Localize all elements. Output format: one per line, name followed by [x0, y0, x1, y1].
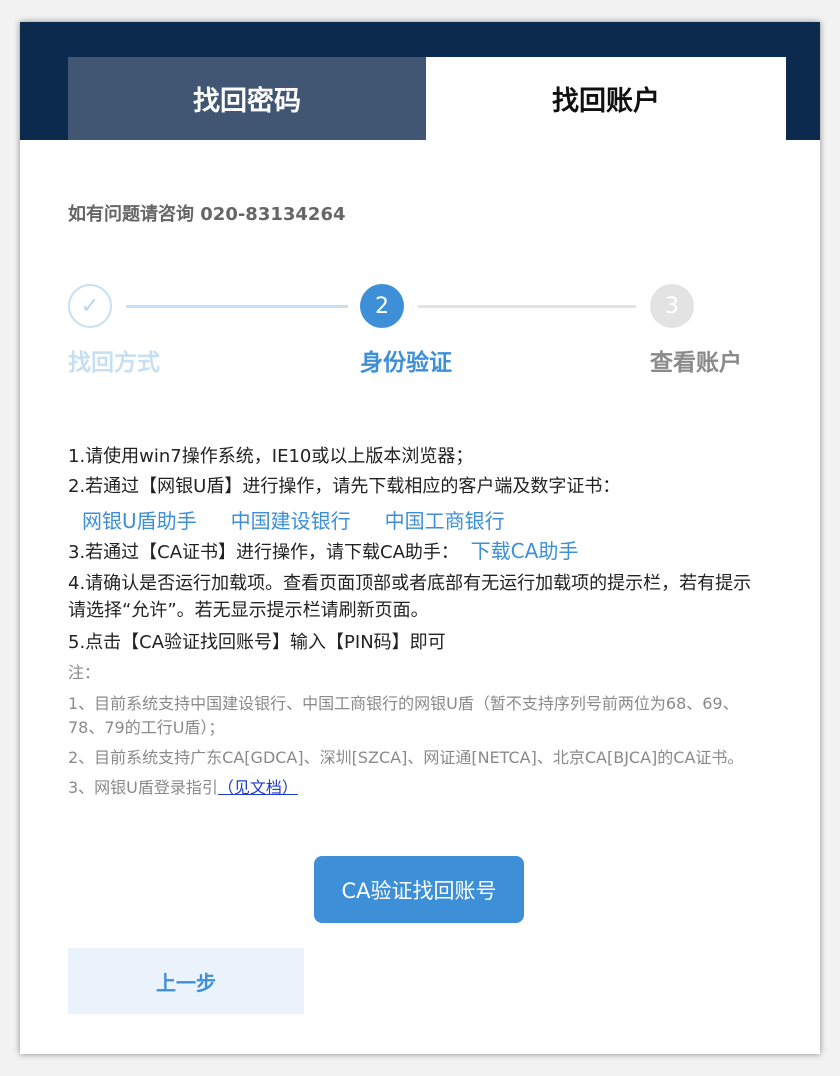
header-bar: 找回密码 找回账户: [20, 22, 820, 140]
note-1: 1、目前系统支持中国建设银行、中国工商银行的网银U盾（暂不支持序列号前两位为68…: [68, 694, 739, 737]
previous-step-button[interactable]: 上一步: [68, 948, 304, 1014]
step3-label: 查看账户: [650, 350, 742, 376]
step1-label: 找回方式: [68, 350, 160, 376]
download-links: 网银U盾助手 中国建设银行 中国工商银行: [68, 502, 768, 536]
contact-info: 如有问题请咨询 020-83134264: [68, 204, 346, 225]
instruction-1: 1.请使用win7操作系统，IE10或以上版本浏览器；: [68, 446, 474, 467]
download-ca-link[interactable]: 下载CA助手: [471, 539, 579, 563]
step-connector-1: [126, 305, 348, 308]
instruction-5: 5.点击【CA验证找回账号】输入【PIN码】即可: [68, 632, 446, 653]
step3-number: 3: [650, 284, 694, 328]
note-3: 3、网银U盾登录指引（见文档）: [68, 776, 768, 800]
instruction-2: 2.若通过【网银U盾】进行操作，请先下载相应的客户端及数字证书：: [68, 476, 621, 497]
guide-doc-link[interactable]: （见文档）: [218, 778, 298, 797]
instruction-3-text: 3.若通过【CA证书】进行操作，请下载CA助手：: [68, 542, 459, 563]
note-3-text: 3、网银U盾登录指引: [68, 778, 218, 797]
tab-find-account[interactable]: 找回账户: [426, 57, 786, 140]
ukey-helper-link[interactable]: 网银U盾助手: [82, 505, 197, 534]
tab-find-password[interactable]: 找回密码: [68, 57, 426, 140]
ca-verify-button[interactable]: CA验证找回账号: [314, 856, 524, 923]
recovery-card: 找回密码 找回账户 如有问题请咨询 020-83134264 ✓ 2 3 找回方…: [20, 22, 820, 1054]
icbc-link[interactable]: 中国工商银行: [385, 505, 505, 534]
step-connector-2: [418, 305, 636, 308]
notes-title: 注：: [68, 663, 101, 682]
step2-label: 身份验证: [360, 350, 452, 376]
note-2: 2、目前系统支持广东CA[GDCA]、深圳[SZCA]、网证通[NETCA]、北…: [68, 748, 744, 767]
step-progress: ✓ 2 3 找回方式 身份验证 查看账户: [20, 280, 820, 380]
instruction-4: 4.请确认是否运行加载项。查看页面顶部或者底部有无运行加载项的提示栏，若有提示请…: [68, 573, 752, 621]
step1-check-icon: ✓: [68, 284, 112, 328]
instruction-3: 3.若通过【CA证书】进行操作，请下载CA助手： 下载CA助手: [68, 536, 768, 568]
step2-number: 2: [360, 284, 404, 328]
ccb-link[interactable]: 中国建设银行: [231, 505, 351, 534]
instructions: 1.请使用win7操作系统，IE10或以上版本浏览器； 2.若通过【网银U盾】进…: [68, 442, 768, 800]
